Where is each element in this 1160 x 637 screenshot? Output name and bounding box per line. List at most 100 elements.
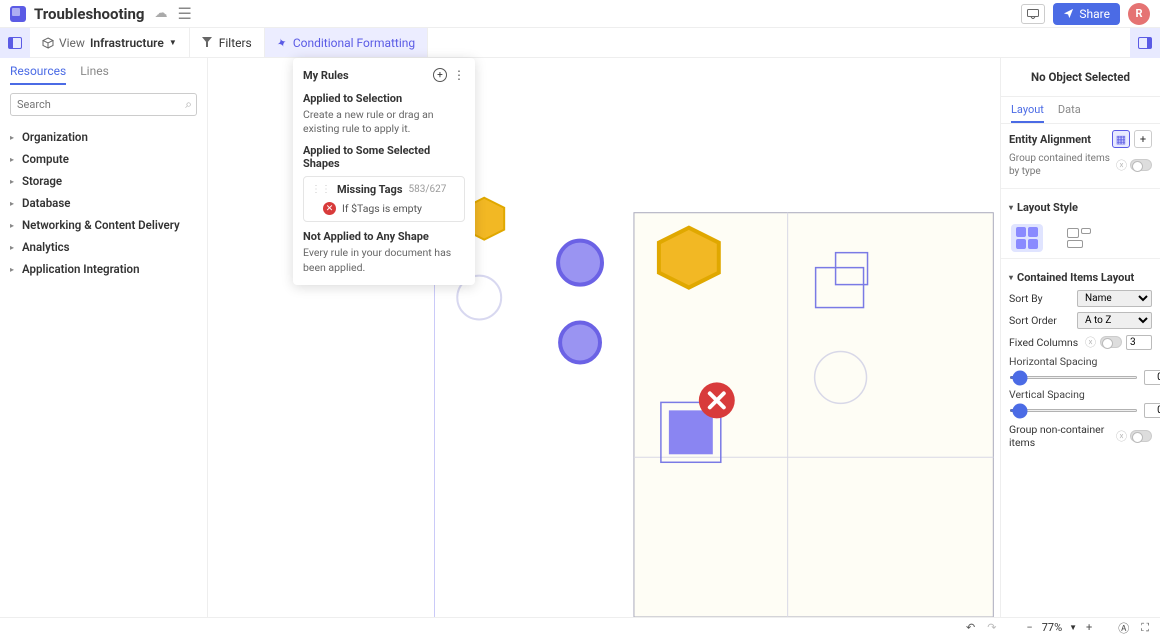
cf-rule-name: Missing Tags bbox=[337, 183, 402, 196]
tree-item[interactable]: ▸Application Integration bbox=[6, 258, 201, 280]
app-logo-icon bbox=[10, 6, 26, 22]
tab-layout[interactable]: Layout bbox=[1011, 103, 1044, 123]
zoom-in-button[interactable]: + bbox=[1083, 621, 1095, 634]
drag-handle-icon[interactable]: ⋮⋮ bbox=[311, 184, 331, 195]
cf-section-desc: Every rule in your document has been app… bbox=[303, 246, 465, 274]
caret-right-icon: ▸ bbox=[10, 265, 18, 274]
share-label: Share bbox=[1079, 7, 1110, 21]
tree-item[interactable]: ▸Compute bbox=[6, 148, 201, 170]
cf-rule-count: 583/627 bbox=[408, 184, 446, 195]
error-icon: ✕ bbox=[323, 202, 336, 215]
app-header: Troubleshooting ☁ ☰ Share R bbox=[0, 0, 1160, 28]
entity-alignment-title: Entity Alignment bbox=[1009, 133, 1091, 146]
caret-right-icon: ▸ bbox=[10, 177, 18, 186]
add-rule-button[interactable]: + bbox=[433, 68, 447, 82]
vspacing-input[interactable] bbox=[1144, 403, 1160, 418]
tree-item[interactable]: ▸Storage bbox=[6, 170, 201, 192]
wand-icon: ✦ bbox=[275, 34, 289, 51]
clear-icon[interactable]: ⓧ bbox=[1116, 157, 1127, 173]
tree-item[interactable]: ▸Networking & Content Delivery bbox=[6, 214, 201, 236]
clear-icon[interactable]: ⓧ bbox=[1085, 334, 1096, 350]
search-icon[interactable]: ⌕ bbox=[185, 97, 192, 112]
zoom-level[interactable]: 77%▼ bbox=[1042, 621, 1077, 634]
vspacing-slider[interactable] bbox=[1009, 409, 1138, 412]
user-avatar[interactable]: R bbox=[1128, 3, 1150, 25]
tab-data[interactable]: Data bbox=[1058, 103, 1081, 123]
vspacing-label: Vertical Spacing bbox=[1009, 388, 1152, 401]
filters-label: Filters bbox=[219, 36, 252, 50]
search-box: ⌕ bbox=[10, 93, 197, 116]
share-button[interactable]: Share bbox=[1053, 3, 1120, 25]
present-button[interactable] bbox=[1021, 4, 1045, 24]
funnel-icon bbox=[202, 37, 213, 48]
tree-item[interactable]: ▸Analytics bbox=[6, 236, 201, 258]
cf-section-desc: Create a new rule or drag an existing ru… bbox=[303, 108, 465, 136]
cf-rule-card[interactable]: ⋮⋮ Missing Tags 583/627 ✕ If $Tags is em… bbox=[303, 176, 465, 222]
view-label: View bbox=[59, 36, 85, 50]
tab-lines[interactable]: Lines bbox=[80, 64, 109, 85]
zoom-out-button[interactable]: − bbox=[1023, 621, 1035, 634]
toggle-left-panel-button[interactable] bbox=[0, 28, 30, 58]
toggle-right-panel-button[interactable] bbox=[1130, 28, 1160, 58]
right-panel-tabs: Layout Data bbox=[1001, 97, 1160, 124]
paper-plane-icon bbox=[1063, 8, 1074, 19]
contained-layout-section[interactable]: ▾Contained Items Layout bbox=[1009, 271, 1152, 284]
conditional-formatting-popup: My Rules + ⋮ Applied to Selection Create… bbox=[293, 58, 475, 285]
group-nc-label: Group non-container items bbox=[1009, 423, 1116, 449]
accessibility-button[interactable]: Ⓐ bbox=[1115, 620, 1132, 636]
cf-title: My Rules bbox=[303, 69, 349, 82]
redo-button[interactable]: ↷ bbox=[984, 621, 999, 634]
sort-by-select[interactable]: Name bbox=[1077, 290, 1152, 307]
resource-tree: ▸Organization ▸Compute ▸Storage ▸Databas… bbox=[0, 124, 207, 282]
cond-label: Conditional Formatting bbox=[293, 36, 415, 50]
caret-down-icon: ▾ bbox=[1009, 273, 1013, 282]
hspacing-input[interactable] bbox=[1144, 370, 1160, 385]
left-panel: Resources Lines ⌕ ▸Organization ▸Compute… bbox=[0, 58, 208, 617]
undo-button[interactable]: ↶ bbox=[963, 621, 978, 634]
caret-right-icon: ▸ bbox=[10, 243, 18, 252]
no-selection-label: No Object Selected bbox=[1001, 58, 1160, 97]
cf-section-title: Not Applied to Any Shape bbox=[303, 230, 465, 243]
left-panel-tabs: Resources Lines bbox=[0, 58, 207, 85]
clear-icon[interactable]: ⓧ bbox=[1116, 428, 1127, 444]
layout-nested-option[interactable] bbox=[1063, 224, 1095, 252]
document-title: Troubleshooting bbox=[34, 5, 145, 23]
fixed-columns-toggle[interactable] bbox=[1100, 336, 1122, 348]
hamburger-icon[interactable]: ☰ bbox=[178, 4, 192, 23]
hspacing-label: Horizontal Spacing bbox=[1009, 355, 1152, 368]
footer-bar: ↶ ↷ − 77%▼ + Ⓐ ⛶ bbox=[0, 617, 1160, 637]
align-grid-button[interactable]: ▦ bbox=[1112, 130, 1130, 148]
cloud-sync-icon[interactable]: ☁ bbox=[155, 6, 168, 21]
caret-right-icon: ▸ bbox=[10, 199, 18, 208]
more-icon[interactable]: ⋮ bbox=[453, 68, 465, 82]
tab-resources[interactable]: Resources bbox=[10, 64, 66, 85]
entity-alignment-desc: Group contained items by type bbox=[1009, 152, 1116, 178]
cf-section-title: Applied to Some Selected Shapes bbox=[303, 144, 465, 170]
sort-order-label: Sort Order bbox=[1009, 314, 1057, 327]
tree-item[interactable]: ▸Organization bbox=[6, 126, 201, 148]
group-by-type-toggle[interactable] bbox=[1130, 159, 1152, 171]
fixed-columns-input[interactable] bbox=[1126, 335, 1152, 350]
cube-icon bbox=[42, 37, 54, 49]
view-selector[interactable]: View Infrastructure ▼ bbox=[30, 28, 190, 57]
conditional-formatting-button[interactable]: ✦ Conditional Formatting bbox=[265, 28, 428, 57]
toolbar: View Infrastructure ▼ Filters ✦ Conditio… bbox=[0, 28, 1160, 58]
filters-button[interactable]: Filters bbox=[190, 28, 265, 57]
layout-grid-option[interactable] bbox=[1011, 224, 1043, 252]
tree-item[interactable]: ▸Database bbox=[6, 192, 201, 214]
sort-by-label: Sort By bbox=[1009, 292, 1043, 305]
panel-right-icon bbox=[1138, 37, 1152, 49]
caret-down-icon: ▾ bbox=[1009, 203, 1013, 212]
panel-left-icon bbox=[8, 37, 22, 49]
caret-right-icon: ▸ bbox=[10, 133, 18, 142]
cf-rule-condition: If $Tags is empty bbox=[342, 202, 422, 215]
fullscreen-button[interactable]: ⛶ bbox=[1138, 621, 1152, 635]
hspacing-slider[interactable] bbox=[1009, 376, 1138, 379]
sort-order-select[interactable]: A to Z bbox=[1077, 312, 1152, 329]
align-add-button[interactable]: + bbox=[1134, 130, 1152, 148]
right-panel: No Object Selected Layout Data Entity Al… bbox=[1000, 58, 1160, 617]
cf-section-title: Applied to Selection bbox=[303, 92, 465, 105]
layout-style-section[interactable]: ▾Layout Style bbox=[1009, 201, 1152, 214]
search-input[interactable] bbox=[10, 93, 197, 116]
group-nc-toggle[interactable] bbox=[1130, 430, 1152, 442]
